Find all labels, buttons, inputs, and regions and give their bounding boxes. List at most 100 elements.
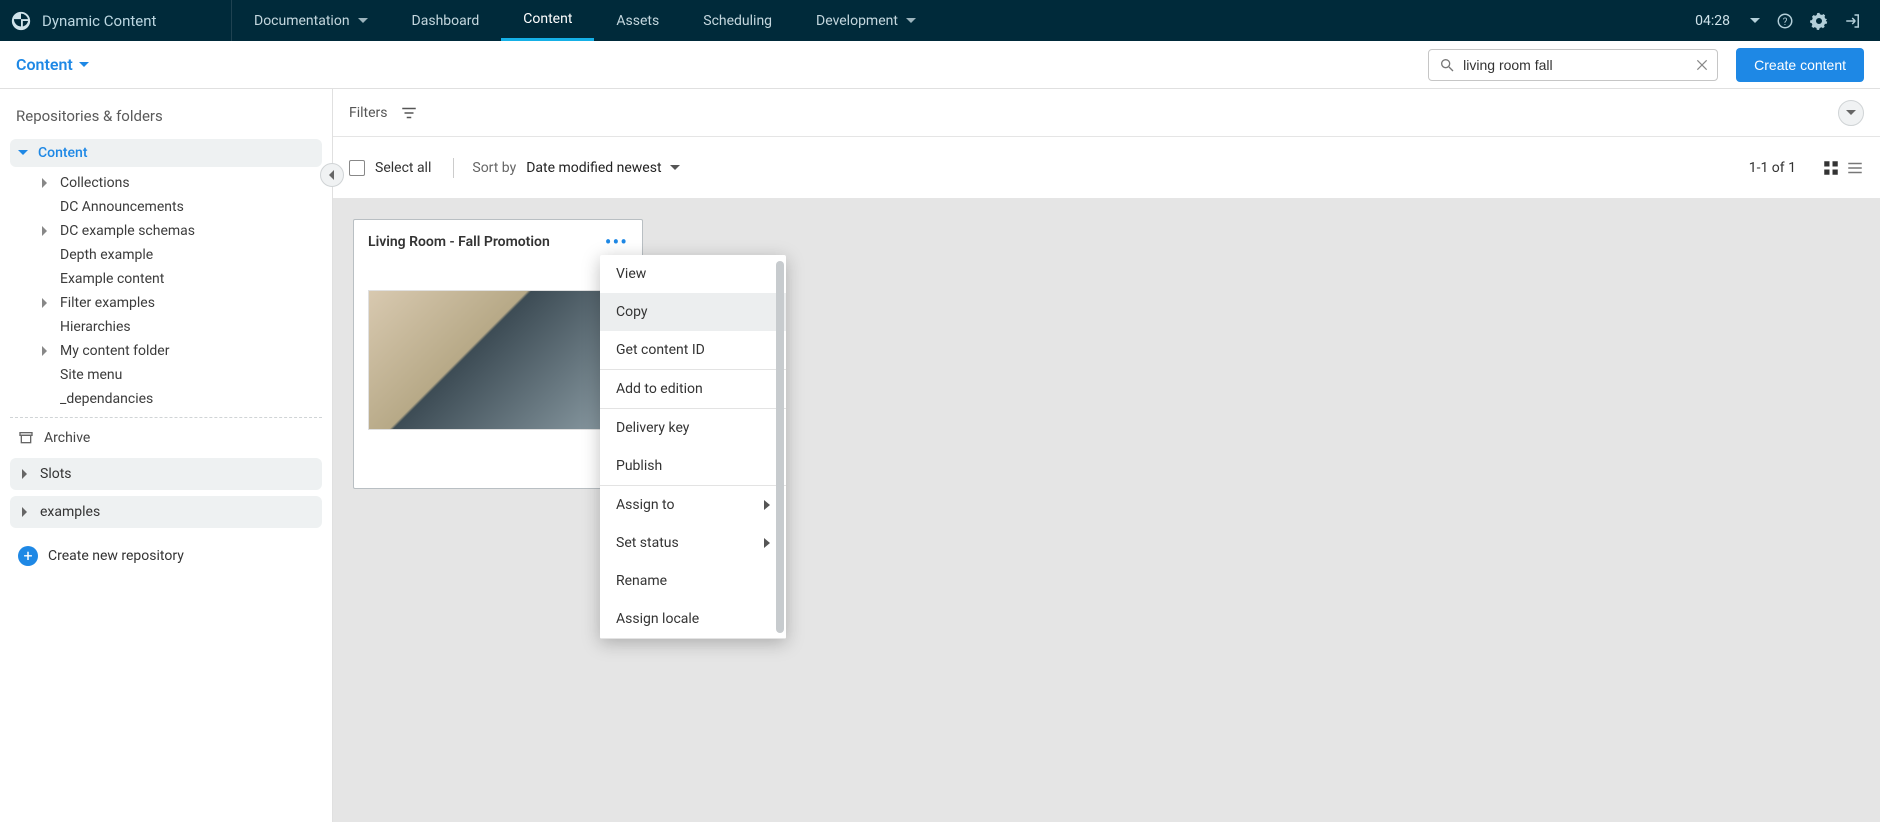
nav-documentation[interactable]: Documentation [232, 0, 390, 41]
help-icon[interactable]: ? [1776, 12, 1794, 30]
ctx-view-label: View [616, 266, 646, 282]
body: Repositories & folders Content Collectio… [0, 89, 1880, 822]
tree-item[interactable]: DC example schemas [10, 219, 322, 243]
nav-assets[interactable]: Assets [594, 0, 681, 41]
filters-label: Filters [349, 105, 388, 121]
context-menu: View Copy Get content ID Add to edition … [600, 255, 786, 639]
brand-name: Dynamic Content [42, 12, 156, 30]
ctx-assign-to-label: Assign to [616, 497, 674, 513]
tree-item[interactable]: DC Announcements [10, 195, 322, 219]
ctx-copy[interactable]: Copy [600, 293, 786, 331]
tree-item[interactable]: _dependancies [10, 387, 322, 411]
sidebar-title: Repositories & folders [16, 107, 316, 125]
divider [10, 417, 322, 418]
nav-content[interactable]: Content [501, 0, 594, 41]
sort-bar: Select all Sort by Date modified newest … [333, 137, 1880, 199]
sidebar-archive[interactable]: Archive [10, 424, 322, 452]
list-view-icon[interactable] [1846, 159, 1864, 177]
chevron-right-icon [20, 469, 30, 479]
tree-item-label: My content folder [60, 343, 169, 359]
search-input[interactable] [1463, 57, 1695, 73]
app-bar: Dynamic Content Documentation Dashboard … [0, 0, 1880, 41]
tree-item[interactable]: My content folder [10, 339, 322, 363]
tree-item[interactable]: Filter examples [10, 291, 322, 315]
scrollbar[interactable] [776, 261, 784, 633]
tree-item-label: Hierarchies [60, 319, 131, 335]
nav-dashboard[interactable]: Dashboard [390, 0, 502, 41]
sort-dropdown[interactable]: Date modified newest [526, 160, 679, 176]
tree-item[interactable]: Example content [10, 267, 322, 291]
create-repo-label: Create new repository [48, 548, 184, 564]
tree-item-label: _dependancies [60, 391, 153, 407]
tree-item[interactable]: Depth example [10, 243, 322, 267]
card-title: Living Room - Fall Promotion [368, 234, 550, 250]
sort-value-label: Date modified newest [526, 160, 661, 176]
card-header: Living Room - Fall Promotion ••• [368, 234, 628, 250]
chevron-right-icon [40, 226, 50, 236]
ctx-assign-to[interactable]: Assign to [600, 486, 786, 524]
tree-root-label: Content [38, 145, 88, 161]
caret-down-icon[interactable] [1750, 16, 1760, 26]
nav-content-label: Content [523, 11, 572, 27]
search-box[interactable] [1428, 49, 1718, 81]
nav-development[interactable]: Development [794, 0, 938, 41]
ctx-get-content-id[interactable]: Get content ID [600, 331, 786, 369]
chevron-down-icon [1846, 108, 1856, 118]
tree-item[interactable]: Hierarchies [10, 315, 322, 339]
tree-item[interactable]: Site menu [10, 363, 322, 387]
caret-down-icon [358, 16, 368, 26]
chevron-right-icon [40, 298, 50, 308]
tree-item[interactable]: Collections [10, 171, 322, 195]
settings-gear-icon[interactable] [1810, 12, 1828, 30]
tree-item-label: DC Announcements [60, 199, 184, 215]
ctx-rename[interactable]: Rename [600, 562, 786, 600]
sidebar-section-slots[interactable]: Slots [10, 458, 322, 490]
ctx-assign-locale[interactable]: Assign locale [600, 600, 786, 638]
ctx-rename-label: Rename [616, 573, 667, 589]
tree-children: Collections DC Announcements DC example sc… [10, 171, 322, 411]
chevron-right-icon [20, 507, 30, 517]
nav-dashboard-label: Dashboard [412, 13, 480, 29]
chevron-right-icon [764, 500, 770, 510]
ctx-assign-locale-label: Assign locale [616, 611, 699, 627]
tree-item-label: Filter examples [60, 295, 155, 311]
section-switcher[interactable]: Content [16, 55, 89, 74]
divider [453, 158, 454, 178]
sidebar: Repositories & folders Content Collectio… [0, 89, 333, 822]
archive-label: Archive [44, 430, 90, 446]
card-thumbnail [368, 290, 628, 430]
svg-text:?: ? [1783, 16, 1788, 27]
ctx-publish-label: Publish [616, 458, 662, 474]
ctx-set-status[interactable]: Set status [600, 524, 786, 562]
tree-root-content[interactable]: Content [10, 139, 322, 167]
card-more-icon[interactable]: ••• [605, 237, 628, 247]
expand-filters-button[interactable] [1838, 100, 1864, 126]
tree-item-label: Site menu [60, 367, 122, 383]
select-all-checkbox[interactable] [349, 160, 365, 176]
ctx-delivery-key[interactable]: Delivery key [600, 409, 786, 447]
caret-down-icon [906, 16, 916, 26]
search-and-action: Create content [1428, 48, 1864, 82]
logout-icon[interactable] [1844, 12, 1862, 30]
nav-scheduling[interactable]: Scheduling [681, 0, 794, 41]
collapse-sidebar-button[interactable] [320, 163, 344, 187]
chevron-right-icon [40, 346, 50, 356]
sidebar-section-examples[interactable]: examples [10, 496, 322, 528]
chevron-right-icon [764, 538, 770, 548]
select-all-label: Select all [375, 160, 431, 176]
ctx-get-id-label: Get content ID [616, 342, 705, 358]
clear-search-icon[interactable] [1695, 58, 1709, 72]
content-canvas: Living Room - Fall Promotion ••• [333, 199, 1880, 822]
create-new-repository[interactable]: + Create new repository [18, 546, 314, 566]
ctx-publish[interactable]: Publish [600, 447, 786, 485]
ctx-view[interactable]: View [600, 255, 786, 293]
grid-view-icon[interactable] [1822, 159, 1840, 177]
create-content-button[interactable]: Create content [1736, 48, 1864, 82]
filter-icon[interactable] [400, 104, 418, 122]
ctx-add-edition-label: Add to edition [616, 381, 703, 397]
nav-assets-label: Assets [616, 13, 659, 29]
ctx-add-to-edition[interactable]: Add to edition [600, 370, 786, 408]
caret-down-icon [79, 60, 89, 70]
ctx-copy-label: Copy [616, 304, 648, 320]
sub-header: Content Create content [0, 41, 1880, 89]
